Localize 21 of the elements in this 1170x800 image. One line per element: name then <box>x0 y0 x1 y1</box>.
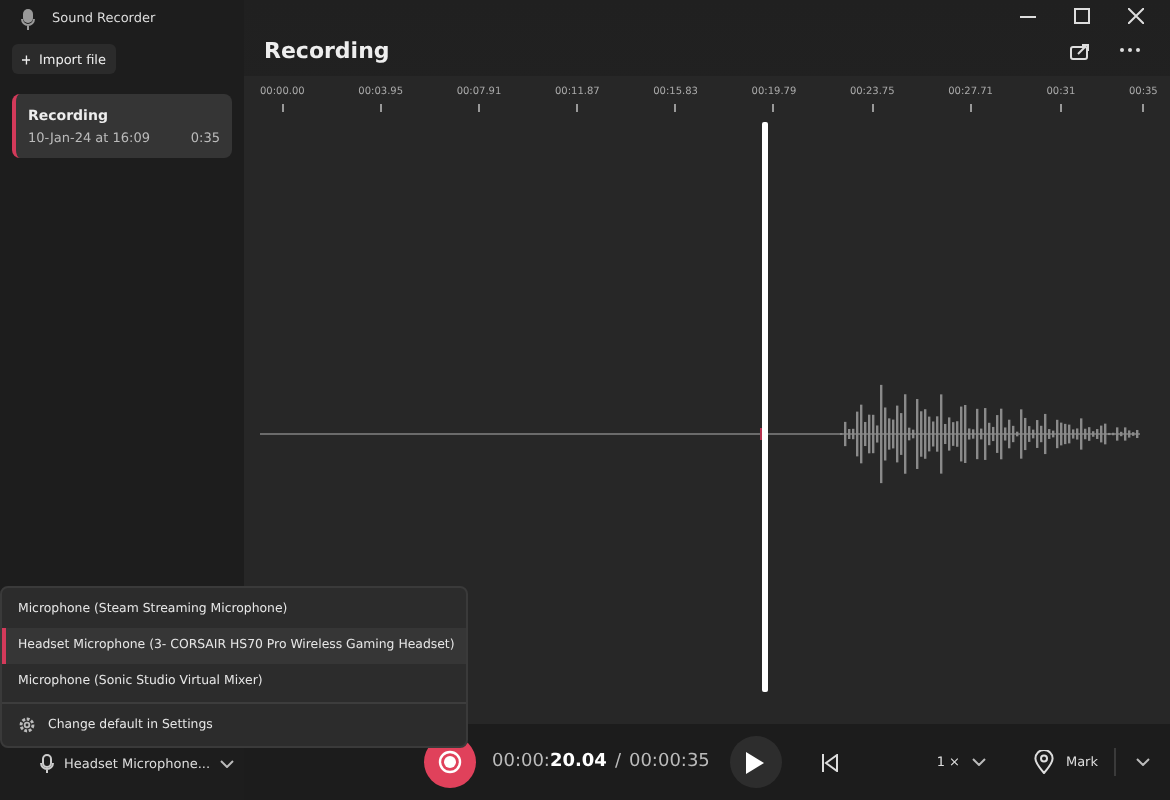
chevron-down-icon[interactable] <box>1136 758 1150 766</box>
plus-icon <box>22 51 31 67</box>
gear-icon <box>18 715 36 733</box>
maximize-icon[interactable] <box>1074 8 1090 24</box>
total-time: 00:00:35 <box>628 752 710 772</box>
chevron-down-icon <box>220 760 235 768</box>
microphone-icon <box>40 754 54 774</box>
playhead[interactable] <box>761 122 768 692</box>
play-button[interactable] <box>729 736 782 788</box>
minimize-icon[interactable] <box>1020 15 1036 17</box>
play-icon <box>746 751 765 773</box>
location-pin-icon <box>1033 750 1054 774</box>
record-icon <box>438 750 462 774</box>
recording-title: Recording <box>264 37 390 63</box>
skip-back-icon[interactable] <box>821 753 838 771</box>
chevron-down-icon <box>971 758 986 766</box>
time-separator: / <box>614 752 621 772</box>
microphone-icon <box>20 7 36 29</box>
close-icon[interactable] <box>1128 8 1144 24</box>
elapsed-time: 00:00:20.04 <box>492 752 607 772</box>
share-icon[interactable] <box>1070 41 1090 59</box>
